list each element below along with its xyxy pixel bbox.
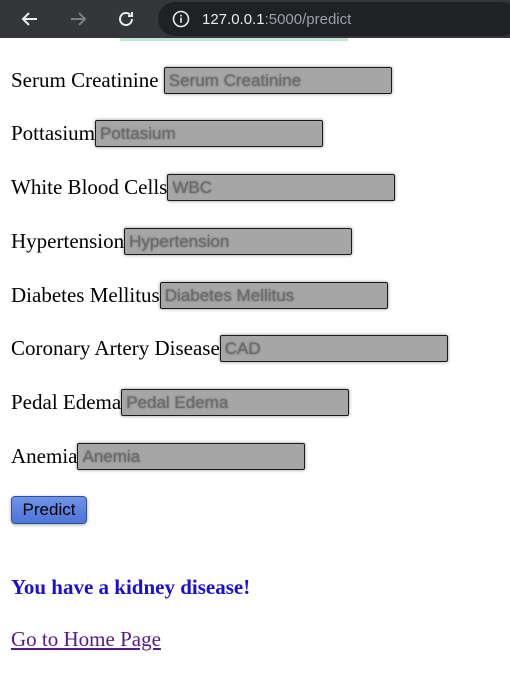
wbc-input[interactable]	[167, 174, 396, 201]
field-pottasium: Pottasium	[11, 120, 324, 147]
back-button[interactable]	[16, 5, 44, 33]
predict-button[interactable]: Predict	[11, 496, 87, 524]
prediction-result: You have a kidney disease!	[11, 575, 251, 599]
url-host: 127.0.0.1	[202, 10, 265, 28]
field-coronary-artery-disease: Coronary Artery Disease	[11, 335, 448, 362]
cad-input[interactable]	[219, 335, 448, 362]
field-serum-creatinine: Serum Creatinine	[11, 67, 392, 94]
home-page-link[interactable]: Go to Home Page	[11, 627, 161, 652]
field-label: Pedal Edema	[11, 390, 122, 414]
address-bar[interactable]: 127.0.0.1:5000/predict	[158, 2, 510, 36]
anemia-input[interactable]	[77, 443, 306, 470]
field-hypertension: Hypertension	[11, 228, 353, 255]
field-anemia: Anemia	[11, 443, 306, 470]
field-label: Diabetes Mellitus	[11, 283, 160, 307]
page-top-edge	[120, 38, 348, 41]
diabetes-mellitus-input[interactable]	[159, 282, 388, 309]
field-label: Serum Creatinine	[11, 68, 164, 92]
field-label: Coronary Artery Disease	[11, 336, 220, 360]
field-label: White Blood Cells	[11, 175, 168, 199]
pottasium-input[interactable]	[95, 120, 324, 147]
field-pedal-edema: Pedal Edema	[11, 389, 350, 416]
arrow-left-icon	[21, 12, 37, 26]
pedal-edema-input[interactable]	[121, 389, 350, 416]
arrow-right-icon	[71, 12, 87, 26]
reload-button[interactable]	[112, 5, 140, 33]
url-text: 127.0.0.1:5000/predict	[202, 11, 351, 28]
field-diabetes-mellitus: Diabetes Mellitus	[11, 282, 388, 309]
field-white-blood-cells: White Blood Cells	[11, 174, 396, 201]
reload-icon	[119, 12, 133, 26]
serum-creatinine-input[interactable]	[163, 67, 392, 94]
hypertension-input[interactable]	[124, 228, 353, 255]
field-label: Hypertension	[11, 229, 125, 253]
url-path: :5000/predict	[264, 10, 352, 28]
forward-button[interactable]	[64, 5, 92, 33]
info-circle-icon[interactable]	[172, 10, 190, 28]
browser-toolbar: 127.0.0.1:5000/predict	[0, 0, 510, 38]
field-label: Pottasium	[11, 121, 96, 145]
field-label: Anemia	[11, 444, 78, 468]
